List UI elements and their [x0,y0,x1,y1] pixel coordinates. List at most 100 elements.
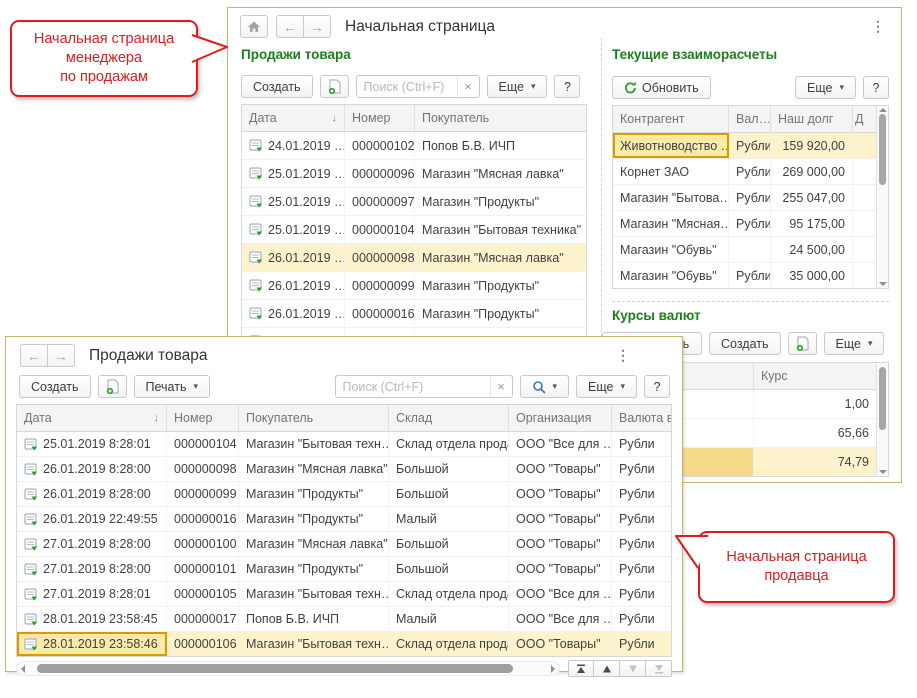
search-options-button[interactable]: ▾ [520,375,570,398]
table-row[interactable]: 26.01.2019 8:28:00 000000099 Магазин "Пр… [17,482,671,507]
window-menu-button[interactable]: ⋮ [612,345,634,366]
cell-org: ООО "Товары" [509,482,612,506]
scrollbar-thumb[interactable] [37,664,513,673]
table-row[interactable]: 26.01.2019 22:49:55 000000016 Магазин "П… [17,507,671,532]
forward-button[interactable]: → [304,15,331,38]
cell-buyer: Магазин "Мясная лавка" [239,457,389,481]
back-button[interactable]: ← [276,15,304,38]
print-button[interactable]: Печать▾ [134,375,210,398]
scroll-down-icon[interactable] [879,470,887,474]
column-header-number[interactable]: Номер [167,405,239,431]
cell-number: 000000016 [167,507,239,531]
table-row[interactable]: Корнет ЗАО Рубли 269 000,00 [613,159,876,185]
back-button[interactable]: ← [20,344,48,367]
cell-warehouse: Большой [389,457,509,481]
column-header-buyer[interactable]: Покупатель [239,405,389,431]
table-row[interactable]: 27.01.2019 8:28:01 000000105 Магазин "Бы… [17,582,671,607]
more-button[interactable]: Еще▾ [824,332,885,355]
column-header-number[interactable]: Номер [345,105,415,131]
window-menu-button[interactable]: ⋮ [867,16,889,37]
document-icon [24,588,38,601]
column-header-org[interactable]: Организация [509,405,612,431]
create-by-copy-button[interactable] [788,332,817,355]
go-first-button[interactable] [568,660,594,677]
column-header-currency[interactable]: Вал… [729,106,771,132]
clear-search-button[interactable]: × [490,376,512,397]
cell-number: 000000104 [167,432,239,456]
table-row-selected[interactable]: 26.01.2019 … 000000098 Магазин "Мясная л… [242,244,586,272]
create-by-copy-button[interactable] [320,75,349,98]
cell-rate: 74,79 [754,448,876,476]
table-header: Дата↓ Номер Покупатель [242,105,586,132]
column-header-date[interactable]: Дата↓ [17,405,167,431]
search-box: × [335,375,513,398]
table-row[interactable]: 27.01.2019 8:28:00 000000101 Магазин "Пр… [17,557,671,582]
more-button[interactable]: Еще▾ [576,375,637,398]
go-up-button[interactable] [594,660,620,677]
new-document-icon [795,336,810,352]
create-button[interactable]: Создать [709,332,781,355]
go-down-button[interactable] [620,660,646,677]
callout-tail [672,526,712,574]
scroll-right-icon[interactable] [551,665,555,673]
table-row[interactable]: 27.01.2019 8:28:00 000000100 Магазин "Мя… [17,532,671,557]
cell-date: 24.01.2019 … [242,132,345,159]
table-row[interactable]: Магазин "Обувь" 24 500,00 [613,237,876,263]
vertical-scrollbar[interactable] [876,106,888,288]
table-row[interactable]: 24.01.2019 … 000000102 Попов Б.В. ИЧП [242,132,586,160]
table-row[interactable]: 25.01.2019 … 000000097 Магазин "Продукты… [242,188,586,216]
help-button[interactable]: ? [863,76,889,99]
table-row[interactable]: Магазин "Бытова… Рубли 255 047,00 [613,185,876,211]
cell-currency: Рубли [612,482,671,506]
column-header-buyer[interactable]: Покупатель [415,105,586,131]
create-by-copy-button[interactable] [98,375,127,398]
column-header-contractor[interactable]: Контрагент [613,106,729,132]
column-header-warehouse[interactable]: Склад [389,405,509,431]
search-input[interactable] [357,76,457,97]
home-button[interactable] [240,15,268,38]
column-header-date[interactable]: Дата↓ [242,105,345,131]
table-row[interactable]: 26.01.2019 8:28:00 000000098 Магазин "Мя… [17,457,671,482]
nav-button-group: ← → [276,15,331,38]
table-row[interactable]: Магазин "Обувь" Рубли 35 000,00 [613,263,876,288]
create-button[interactable]: Создать [19,375,91,398]
help-button[interactable]: ? [644,375,670,398]
scrollbar-thumb[interactable] [879,367,886,430]
scrollbar-thumb[interactable] [879,114,886,185]
cell-warehouse: Склад отдела продаж [389,432,509,456]
panel-separator [612,301,889,302]
more-button[interactable]: Еще▾ [487,75,548,98]
scroll-left-icon[interactable] [21,665,25,673]
table-row-selected[interactable]: Животноводство … Рубли 159 920,00 [613,133,876,159]
go-last-button[interactable] [646,660,672,677]
dropdown-icon: ▾ [531,81,536,92]
table-row-selected[interactable]: 28.01.2019 23:58:46 000000106 Магазин "Б… [17,632,671,656]
cell-date: 27.01.2019 8:28:00 [17,532,167,556]
table-row[interactable]: 26.01.2019 … 000000099 Магазин "Продукты… [242,272,586,300]
cell-contractor: Магазин "Бытова… [613,185,729,210]
cell-rate: 65,66 [754,419,876,447]
horizontal-scrollbar[interactable] [16,661,560,676]
table-row[interactable]: Магазин "Мясная… Рубли 95 175,00 [613,211,876,237]
table-row[interactable]: 25.01.2019 8:28:01 000000104 Магазин "Бы… [17,432,671,457]
create-button[interactable]: Создать [241,75,313,98]
cell-contractor: Корнет ЗАО [613,159,729,184]
vertical-scrollbar[interactable] [876,363,888,476]
clear-search-button[interactable]: × [457,76,479,97]
table-row[interactable]: 25.01.2019 … 000000096 Магазин "Мясная л… [242,160,586,188]
more-button[interactable]: Еще▾ [795,76,856,99]
search-input[interactable] [336,376,490,397]
column-header-cut[interactable]: Д [853,106,876,132]
column-header-rate[interactable]: Курс [754,363,876,389]
scroll-top-icon [576,664,586,674]
refresh-button[interactable]: Обновить [612,76,711,99]
column-header-currency[interactable]: Валюта в [612,405,671,431]
table-row[interactable]: 28.01.2019 23:58:45 000000017 Попов Б.В.… [17,607,671,632]
help-button[interactable]: ? [554,75,580,98]
column-header-debt[interactable]: Наш долг [771,106,853,132]
dropdown-icon: ▾ [620,381,625,392]
forward-button[interactable]: → [48,344,75,367]
table-row[interactable]: 25.01.2019 … 000000104 Магазин "Бытовая … [242,216,586,244]
table-row[interactable]: 26.01.2019 … 000000016 Магазин "Продукты… [242,300,586,328]
scroll-down-icon[interactable] [879,282,887,286]
